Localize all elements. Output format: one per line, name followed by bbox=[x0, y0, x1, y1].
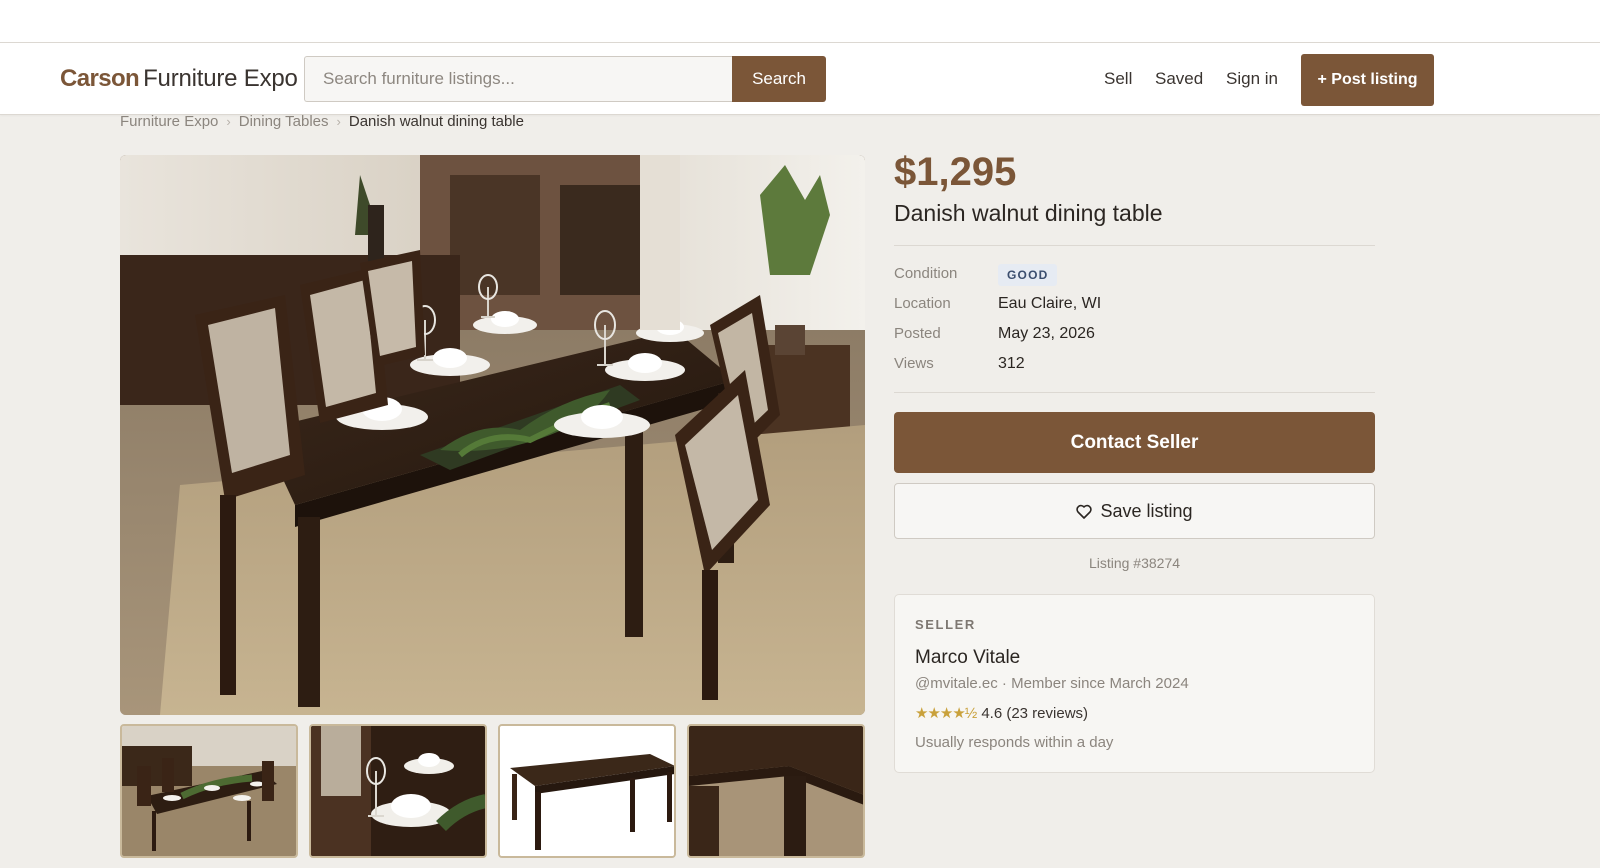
condition-label: Condition bbox=[894, 265, 958, 282]
logo-brand: Carson bbox=[60, 65, 140, 92]
dining-set-thumbnail bbox=[122, 726, 296, 856]
breadcrumb: Furniture Expo › Dining Tables › Danish … bbox=[120, 113, 524, 130]
divider bbox=[894, 245, 1375, 246]
search-bar: Search bbox=[304, 56, 826, 102]
search-button[interactable]: Search bbox=[732, 56, 826, 102]
location-label: Location bbox=[894, 295, 951, 312]
breadcrumb-home[interactable]: Furniture Expo bbox=[120, 113, 218, 130]
listing-title: Danish walnut dining table bbox=[894, 200, 1163, 226]
thumbnail-4[interactable] bbox=[687, 724, 865, 858]
seller-card: SELLER Marco Vitale @mvitale.ec · Member… bbox=[894, 594, 1375, 773]
chevron-right-icon: › bbox=[226, 114, 231, 129]
divider bbox=[894, 392, 1375, 393]
thumbnail-strip bbox=[120, 724, 865, 858]
star-rating-icon: ★★★★½ bbox=[915, 705, 977, 722]
logo-rest: Furniture Expo bbox=[143, 65, 298, 92]
nav-sign-in[interactable]: Sign in bbox=[1226, 69, 1278, 89]
condition-badge: GOOD bbox=[998, 264, 1058, 286]
site-header: CarsonFurniture Expo Search Sell Saved S… bbox=[0, 43, 1600, 115]
thumbnail-2[interactable] bbox=[309, 724, 487, 858]
main-product-image[interactable] bbox=[120, 155, 865, 715]
views-value: 312 bbox=[998, 355, 1025, 372]
thumbnail-3[interactable] bbox=[498, 724, 676, 858]
breadcrumb-category[interactable]: Dining Tables bbox=[239, 113, 329, 130]
seller-eyebrow: SELLER bbox=[915, 617, 976, 632]
table-corner-thumbnail bbox=[689, 726, 863, 856]
post-listing-button[interactable]: + Post listing bbox=[1301, 54, 1434, 106]
site-logo[interactable]: Carson Furniture Expo bbox=[60, 65, 298, 93]
views-label: Views bbox=[894, 355, 934, 372]
save-listing-button[interactable]: Save listing bbox=[894, 483, 1375, 539]
thumbnail-1[interactable] bbox=[120, 724, 298, 858]
seller-rating-text: 4.6 (23 reviews) bbox=[981, 704, 1089, 722]
posted-label: Posted bbox=[894, 325, 941, 342]
breadcrumb-current: Danish walnut dining table bbox=[348, 113, 524, 130]
listing-id: Listing #38274 bbox=[1088, 555, 1181, 571]
save-listing-label: Save listing bbox=[1100, 500, 1193, 521]
nav-saved[interactable]: Saved bbox=[1155, 69, 1203, 89]
chevron-right-icon: › bbox=[336, 114, 341, 129]
seller-rating: ★★★★½ 4.6 (23 reviews) bbox=[915, 704, 1089, 723]
heart-icon bbox=[1076, 504, 1093, 519]
seller-name[interactable]: Marco Vitale bbox=[915, 647, 1020, 669]
seller-response-time: Usually responds within a day bbox=[915, 734, 1114, 751]
seller-meta: @mvitale.ec · Member since March 2024 bbox=[915, 675, 1189, 692]
location-value: Eau Claire, WI bbox=[998, 295, 1102, 312]
posted-value: May 23, 2026 bbox=[998, 325, 1095, 342]
search-input[interactable] bbox=[304, 56, 732, 102]
contact-seller-button[interactable]: Contact Seller bbox=[894, 412, 1375, 473]
place-setting-thumbnail bbox=[311, 726, 485, 856]
dining-room-photo bbox=[120, 155, 865, 715]
nav-sell[interactable]: Sell bbox=[1104, 69, 1132, 89]
listing-price: $1,295 bbox=[894, 150, 1017, 194]
table-only-thumbnail bbox=[500, 726, 674, 856]
browser-top-strip bbox=[0, 0, 1600, 43]
